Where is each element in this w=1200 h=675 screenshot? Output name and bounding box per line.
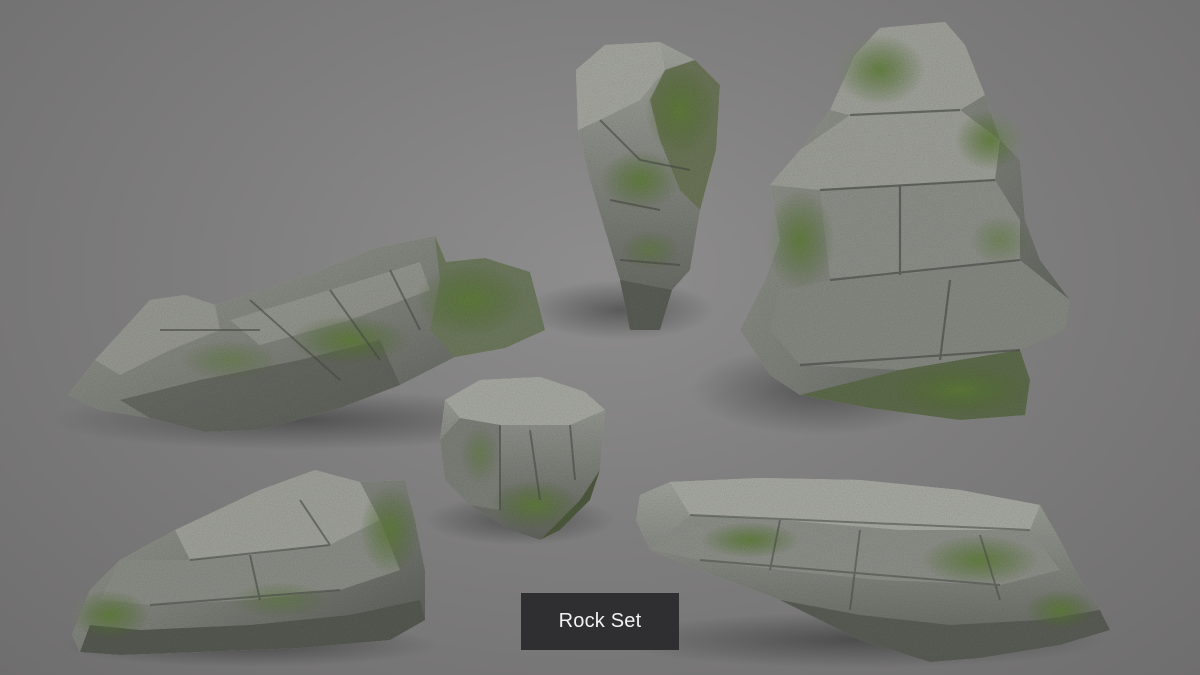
rock-set-caption: Rock Set — [521, 593, 679, 650]
low-rock-bottom-left — [70, 470, 425, 655]
rock-set-render — [50, 22, 1110, 668]
scene-viewport: Rock Set — [0, 0, 1200, 675]
large-stacked-boulder — [740, 22, 1070, 420]
